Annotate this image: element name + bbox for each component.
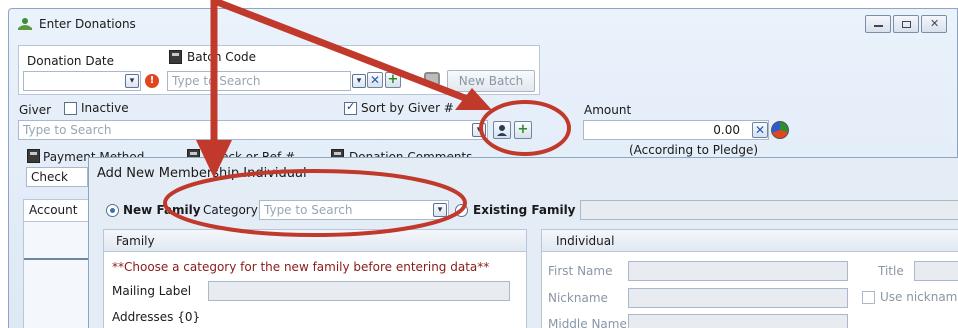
category-dropdown[interactable]: ▾ (433, 203, 447, 217)
donation-hands-icon (18, 18, 32, 30)
pledge-pie-icon[interactable] (771, 121, 789, 139)
family-section-header: Family (104, 230, 526, 252)
individual-section-header: Individual (542, 230, 958, 252)
amount-input[interactable]: 0.00 (583, 120, 769, 140)
family-section: Family **Choose a category for the new f… (103, 229, 527, 328)
amount-value: 0.00 (713, 123, 740, 137)
new-family-radio[interactable] (106, 204, 119, 217)
new-family-label: New Family (123, 203, 201, 217)
new-batch-button[interactable]: New Batch (447, 70, 535, 92)
nickname-input[interactable] (628, 288, 848, 308)
account-column: Account (23, 199, 93, 328)
family-section-title: Family (116, 234, 155, 248)
close-button[interactable]: ✕ (921, 15, 947, 33)
title-bar: Enter Donations ✕ (9, 9, 957, 39)
sort-by-giver-checkbox[interactable] (344, 100, 357, 115)
existing-family-label: Existing Family (473, 203, 576, 217)
giver-search-input[interactable]: Type to Search (18, 120, 488, 140)
title-input[interactable] (914, 261, 958, 281)
middle-name-label: Middle Name (548, 317, 627, 328)
category-input[interactable]: Type to Search (259, 200, 449, 220)
batch-code-icon (169, 50, 182, 64)
add-batch-button[interactable]: + (385, 72, 401, 88)
clear-batch-button[interactable]: ✕ (367, 72, 383, 88)
sort-by-giver-label: Sort by Giver # (361, 101, 454, 115)
window-title: Enter Donations (39, 17, 136, 31)
batch-code-dropdown[interactable]: ▾ (352, 74, 366, 88)
amount-label: Amount (584, 103, 632, 117)
existing-family-input[interactable] (580, 200, 958, 220)
donation-date-label: Donation Date (27, 54, 115, 68)
account-header[interactable]: Account (24, 200, 92, 222)
maximize-icon (902, 21, 911, 28)
minimize-icon (874, 25, 883, 27)
family-warning: **Choose a category for the new family b… (112, 260, 490, 274)
category-label: Category (203, 203, 258, 217)
first-name-label: First Name (548, 264, 613, 278)
add-membership-dialog: Add New Membership Individual New Family… (88, 157, 958, 328)
dialog-title: Add New Membership Individual (97, 166, 307, 181)
payment-method-input[interactable]: Check (26, 167, 88, 187)
add-new-member-button[interactable]: + (514, 121, 532, 139)
payment-method-icon (27, 149, 40, 163)
addresses-label: Addresses {0} (112, 310, 201, 324)
mailing-label-input[interactable] (208, 281, 510, 301)
close-icon: ✕ (930, 17, 940, 30)
warning-icon: ! (145, 74, 159, 88)
nickname-label: Nickname (548, 291, 608, 305)
use-nickname-checkbox[interactable] (862, 291, 875, 304)
individual-section: Individual First Name Title Nickname Use… (541, 229, 958, 328)
first-name-input[interactable] (628, 261, 848, 281)
individual-section-title: Individual (556, 234, 615, 248)
member-lookup-icon (497, 125, 507, 136)
clear-amount-button[interactable]: ✕ (752, 122, 768, 138)
title-label: Title (878, 264, 904, 278)
inactive-checkbox[interactable] (64, 102, 77, 115)
pledge-note: (According to Pledge) (629, 143, 759, 157)
window-controls: ✕ (863, 15, 947, 33)
mailing-label-label: Mailing Label (112, 284, 192, 298)
minimize-button[interactable] (865, 15, 891, 33)
batch-code-label: Batch Code (187, 50, 257, 64)
existing-family-radio[interactable] (455, 204, 468, 217)
giver-dropdown[interactable]: ▾ (472, 123, 486, 137)
inactive-label: Inactive (81, 101, 129, 115)
date-batch-panel: Donation Date ▾ ! Batch Code Type to Sea… (18, 45, 540, 95)
lock-icon (424, 72, 440, 86)
donation-date-dropdown[interactable]: ▾ (125, 74, 139, 88)
maximize-button[interactable] (893, 15, 919, 33)
use-nickname-label: Use nickname (880, 290, 958, 304)
batch-code-input[interactable]: Type to Search (167, 71, 351, 91)
account-row-divider (24, 258, 92, 260)
middle-name-input[interactable] (628, 314, 848, 328)
lookup-member-button[interactable] (493, 121, 511, 139)
donation-date-input[interactable] (23, 71, 141, 91)
giver-label: Giver (19, 103, 52, 117)
